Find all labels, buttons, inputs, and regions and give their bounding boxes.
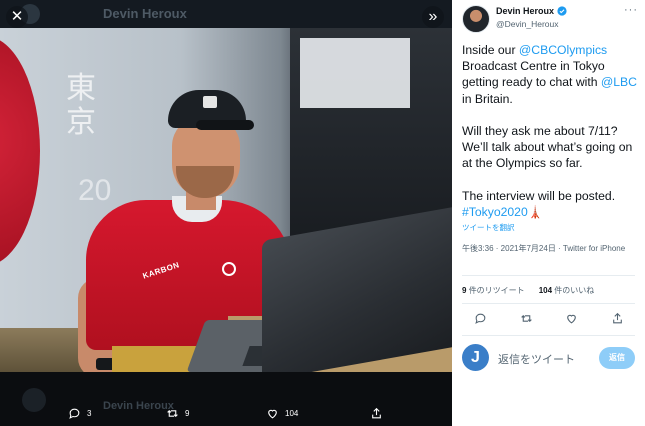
tokyo-tower-emoji: 🗼 [527,205,543,220]
retweet-button[interactable] [520,312,533,325]
hashtag-tokyo2020[interactable]: #Tokyo2020 [462,205,528,219]
media-action-bar: 3 9 104 [0,400,452,426]
person-beard [176,166,234,198]
cap-brim [196,120,254,130]
like-stat-value: 104 [538,286,553,295]
tweet-text-part: Inside our [462,43,519,57]
share-button[interactable] [611,312,624,325]
author-handle[interactable]: @Devin_Heroux [496,19,559,29]
retweet-stat-value: 9 [462,286,467,295]
studio-light-panel [300,38,410,108]
mention-cbcolympics[interactable]: @CBCOlympics [519,43,607,57]
reply-action[interactable]: 3 [68,404,91,422]
background-author-name: Devin Heroux [103,6,187,21]
mention-lbc[interactable]: @LBC [601,75,637,89]
share-action[interactable] [370,404,383,422]
translate-tweet-link[interactable]: ツイートを翻訳 [462,222,515,233]
divider [462,275,635,276]
like-stat[interactable]: 104 件のいいね [539,285,595,296]
tweet-text-part: Broadcast Centre in Tokyo getting ready … [462,59,605,90]
tweet-stats: 9 件のリツイート 104 件のいいね [462,285,594,296]
like-count: 104 [285,408,299,418]
tweet-text-part: in Britain. [462,91,513,106]
verified-badge-icon [557,6,567,16]
olympic-logo [222,262,236,276]
tweet-text-part: Will they ask me about 7/11? We’ll talk … [462,124,633,171]
tweet-actions [474,312,624,328]
share-icon [372,407,381,418]
like-button[interactable] [565,312,578,325]
tokyo-year: 20 [78,174,112,207]
retweet-icon [167,409,178,417]
reply-icon [475,313,486,324]
tokyo-red-emblem [0,36,40,266]
author-name[interactable]: Devin Heroux [496,6,567,16]
retweet-count: 9 [185,408,190,418]
heart-icon [268,409,277,418]
retweet-stat[interactable]: 9 件のリツイート [462,285,525,296]
like-stat-label: 件のいいね [554,286,595,295]
background-timeline-header [0,0,452,28]
reply-icon [69,408,80,419]
tweet-photo[interactable]: 東京 20 KARBON [0,28,452,372]
reply-input[interactable]: 返信をツイート [498,351,575,367]
divider [462,335,635,336]
like-action[interactable]: 104 [266,404,298,422]
tweet-text: Inside our @CBCOlympics Broadcast Centre… [462,42,642,220]
retweet-stat-label: 件のリツイート [468,286,525,295]
retweet-action[interactable]: 9 [166,404,189,422]
reply-submit-button[interactable]: 返信 [599,347,635,369]
tokyo-kanji: 東京 [66,71,96,140]
cap-logo [203,96,217,108]
author-avatar[interactable] [462,5,490,33]
heart-icon [567,314,577,324]
more-options-icon[interactable]: ··· [624,4,638,16]
media-viewer: Devin Heroux 東京 20 KARBON ✕ » Devin Hero… [0,0,452,426]
divider [462,303,635,304]
collapse-panel-button[interactable]: » [422,6,444,28]
retweet-icon [520,315,532,322]
share-icon [613,312,622,324]
reply-button[interactable] [474,312,487,325]
tweet-text-part: The interview will be posted. [462,188,616,203]
close-icon: ✕ [10,8,24,25]
chevrons-right-icon: » [428,8,438,25]
reply-count: 3 [87,408,92,418]
close-button[interactable]: ✕ [6,6,28,28]
tweet-detail-panel: Devin Heroux @Devin_Heroux ··· Inside ou… [452,0,645,426]
tweet-meta: 午後3:36 · 2021年7月24日 · Twitter for iPhone [462,244,626,253]
author-name-text: Devin Heroux [496,6,555,16]
user-avatar: J [462,344,489,371]
